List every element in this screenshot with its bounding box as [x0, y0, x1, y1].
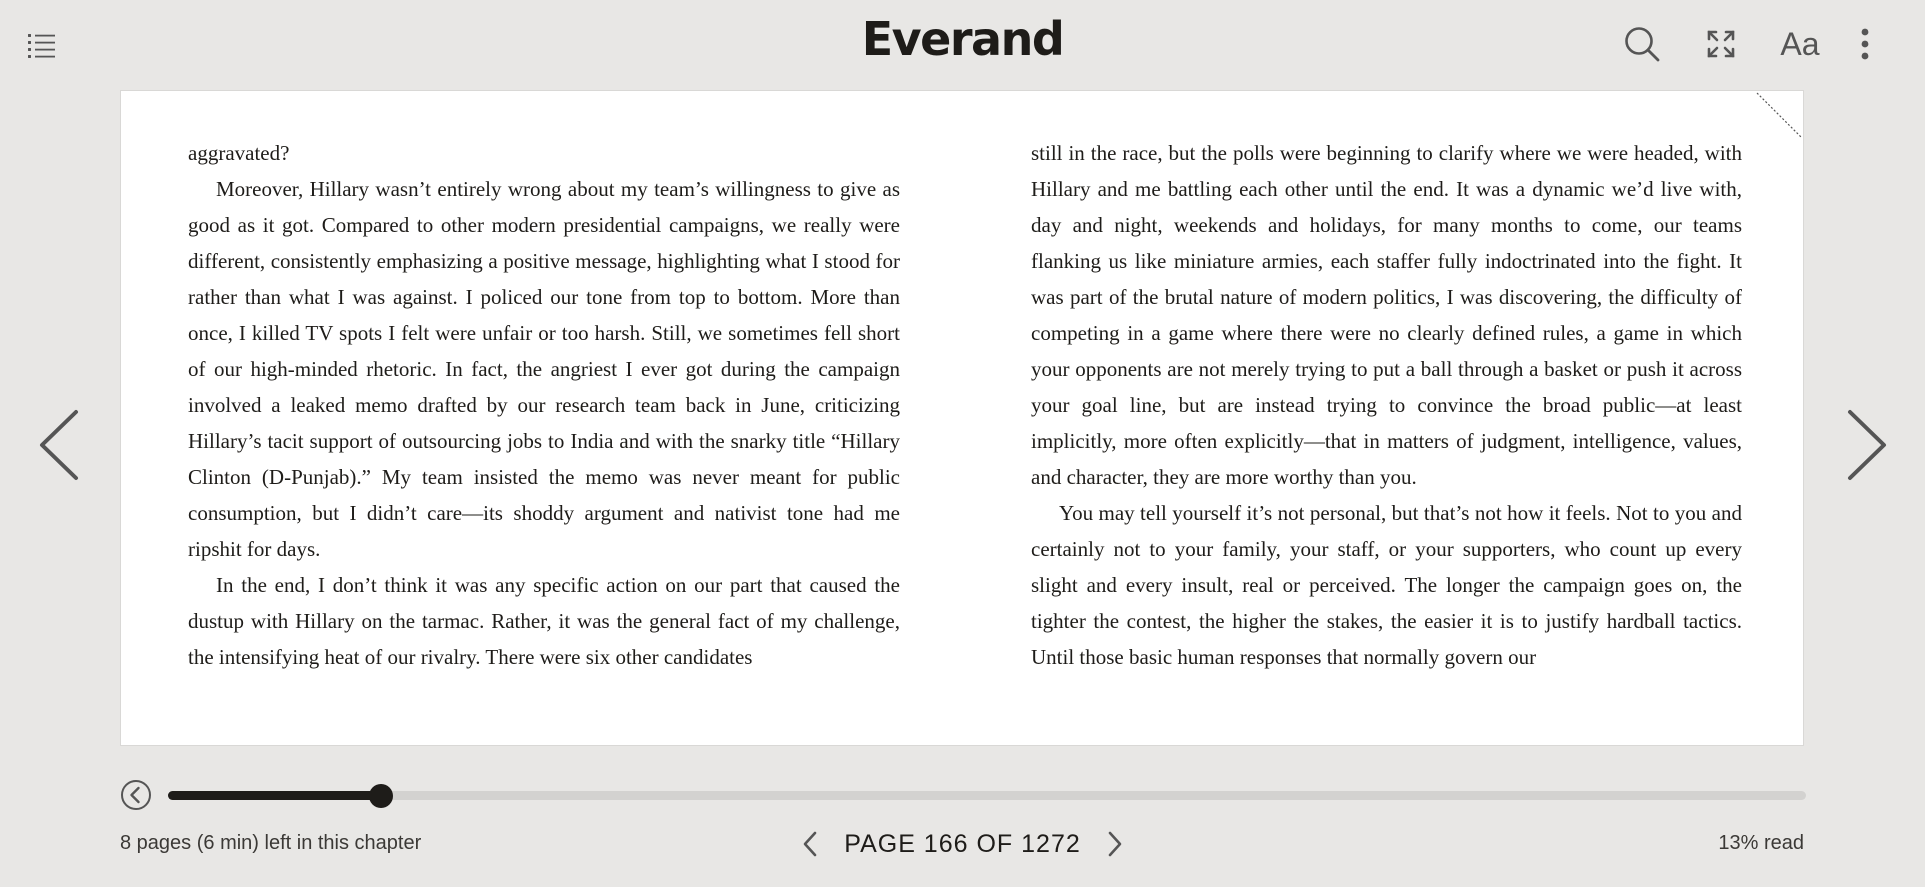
previous-page-arrow[interactable]: [30, 400, 90, 490]
paragraph: still in the race, but the polls were be…: [1031, 141, 1742, 489]
chapter-remaining-text: 8 pages (6 min) left in this chapter: [120, 832, 422, 854]
top-bar: Everand Aa: [0, 0, 1925, 90]
next-page-button[interactable]: [1100, 824, 1130, 864]
book-page: aggravated? Moreover, Hillary wasn’t ent…: [120, 90, 1804, 746]
paragraph: You may tell yourself it’s not personal,…: [1031, 501, 1742, 669]
paragraph: In the end, I don’t think it was any spe…: [188, 573, 900, 669]
reader-footer: 8 pages (6 min) left in this chapter PAG…: [0, 820, 1925, 870]
right-text-column: still in the race, but the polls were be…: [1031, 135, 1742, 675]
progress-fill: [168, 791, 381, 800]
bookmark-corner-icon[interactable]: [1755, 91, 1803, 139]
paragraph: Moreover, Hillary wasn’t entirely wrong …: [188, 177, 900, 561]
more-options-button[interactable]: [1843, 22, 1887, 66]
more-vertical-icon: [1861, 28, 1869, 60]
reading-progress: [120, 775, 1806, 815]
chevron-right-icon: [1848, 410, 1886, 480]
page-navigator: PAGE 166 OF 1272: [795, 822, 1130, 866]
progress-slider-thumb[interactable]: [368, 784, 393, 808]
page-indicator: PAGE 166 OF 1272: [844, 829, 1081, 858]
circle-back-icon: [121, 780, 151, 810]
progress-slider[interactable]: [168, 784, 1806, 808]
left-text-column: aggravated? Moreover, Hillary wasn’t ent…: [188, 135, 900, 675]
previous-page-button[interactable]: [795, 824, 825, 864]
fullscreen-button[interactable]: [1699, 22, 1743, 66]
chevron-left-icon: [803, 831, 817, 857]
search-icon: [1625, 27, 1660, 62]
percent-read-text: 13% read: [1718, 832, 1804, 854]
return-to-position-button[interactable]: [120, 779, 152, 811]
chevron-left-icon: [40, 410, 78, 480]
search-button[interactable]: [1620, 22, 1664, 66]
chevron-right-icon: [1108, 831, 1122, 857]
expand-icon: [1707, 30, 1735, 58]
next-page-arrow[interactable]: [1836, 400, 1896, 490]
font-settings-button[interactable]: Aa: [1777, 22, 1823, 66]
paragraph: aggravated?: [188, 141, 290, 165]
